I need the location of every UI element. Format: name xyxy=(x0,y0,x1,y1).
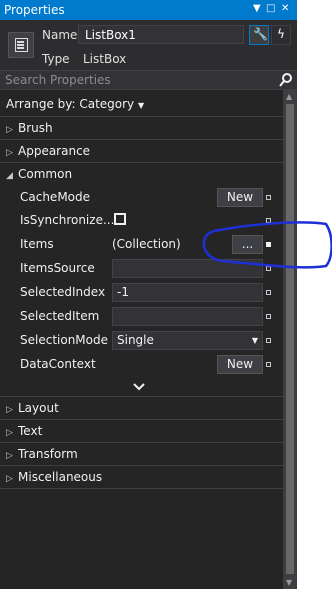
blue-annotation-loop xyxy=(202,221,332,269)
